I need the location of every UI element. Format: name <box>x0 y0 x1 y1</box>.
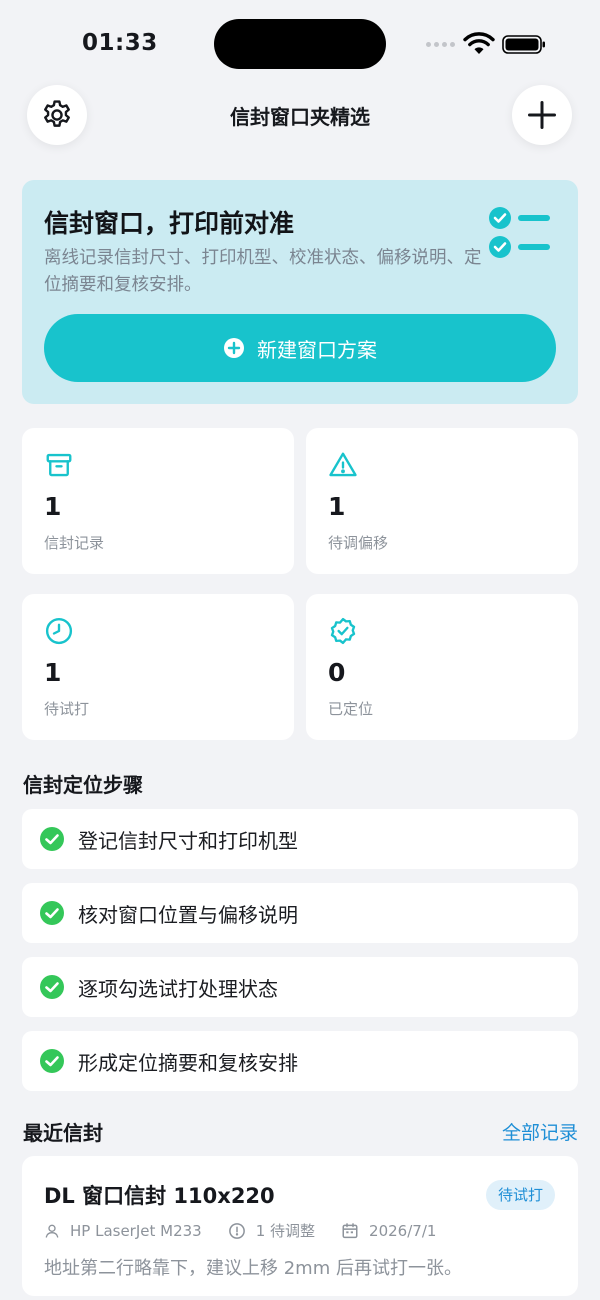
warning-icon <box>329 452 357 477</box>
stat-label: 信封记录 <box>44 534 105 552</box>
step-label: 核对窗口位置与偏移说明 <box>78 902 298 927</box>
step-item[interactable]: 核对窗口位置与偏移说明 <box>22 883 578 943</box>
date-meta: 2026/7/1 <box>341 1222 436 1240</box>
stat-label: 待调偏移 <box>328 534 389 552</box>
page-title: 信封窗口夹精选 <box>230 105 370 129</box>
envelope-date: 2026/7/1 <box>369 1221 437 1240</box>
wifi-icon <box>463 32 495 54</box>
archive-icon <box>46 453 72 477</box>
printer-meta: HP LaserJet M233 <box>44 1222 202 1240</box>
check-circle-icon <box>40 975 64 999</box>
step-item[interactable]: 逐项勾选试打处理状态 <box>22 957 578 1017</box>
check-circle-icon <box>40 901 64 925</box>
stat-value: 1 <box>44 492 62 521</box>
pending-meta: 1 待调整 <box>228 1220 315 1241</box>
add-button[interactable] <box>512 85 572 145</box>
steps-section-title: 信封定位步骤 <box>23 773 143 797</box>
status-bar: 01:33 <box>0 0 600 90</box>
stat-card-positioned[interactable]: 0 已定位 <box>306 594 578 740</box>
stat-value: 0 <box>328 658 346 687</box>
printer-model: HP LaserJet M233 <box>70 1221 202 1240</box>
stat-card-pending-test-print[interactable]: 1 待试打 <box>22 594 294 740</box>
person-icon <box>45 1224 59 1238</box>
recent-section-title: 最近信封 <box>23 1121 103 1145</box>
step-item[interactable]: 形成定位摘要和复核安排 <box>22 1031 578 1091</box>
clock-icon <box>45 617 73 645</box>
envelope-title: DL 窗口信封 110x220 <box>44 1184 275 1208</box>
stat-card-envelope-records[interactable]: 1 信封记录 <box>22 428 294 574</box>
hero-card: 信封窗口，打印前对准 离线记录信封尺寸、打印机型、校准状态、偏移说明、定位摘要和… <box>22 180 578 404</box>
cellular-signal-icon <box>426 42 455 47</box>
stat-card-pending-offset[interactable]: 1 待调偏移 <box>306 428 578 574</box>
hero-description: 离线记录信封尺寸、打印机型、校准状态、偏移说明、定位摘要和复核安排。 <box>44 248 482 295</box>
envelope-note: 地址第二行略靠下，建议上移 2mm 后再试打一张。 <box>44 1258 462 1279</box>
hero-title: 信封窗口，打印前对准 <box>44 209 295 238</box>
stat-value: 1 <box>328 492 346 521</box>
new-window-plan-label: 新建窗口方案 <box>257 337 377 362</box>
status-badge: 待试打 <box>486 1180 556 1210</box>
new-window-plan-button[interactable]: 新建窗口方案 <box>44 314 556 382</box>
checklist-icon <box>489 207 550 258</box>
envelope-meta: HP LaserJet M233 1 待调整 2026/7/1 <box>44 1220 462 1241</box>
dynamic-island <box>214 19 386 69</box>
status-time: 01:33 <box>82 30 158 56</box>
stat-label: 待试打 <box>44 700 90 718</box>
alert-circle-icon <box>228 1222 245 1239</box>
see-all-records-link[interactable]: 全部记录 <box>440 1118 578 1145</box>
plus-circle-icon <box>224 338 244 358</box>
pending-count: 1 待调整 <box>255 1222 316 1240</box>
step-item[interactable]: 登记信封尺寸和打印机型 <box>22 809 578 869</box>
battery-icon <box>502 35 545 54</box>
step-label: 登记信封尺寸和打印机型 <box>78 828 298 853</box>
check-circle-icon <box>40 827 64 851</box>
stat-label: 已定位 <box>328 700 374 718</box>
check-circle-icon <box>40 1049 64 1073</box>
verified-badge-icon <box>330 617 356 645</box>
recent-envelope-card[interactable]: DL 窗口信封 110x220 待试打 HP LaserJet M233 1 待… <box>22 1156 578 1296</box>
stat-value: 1 <box>44 658 62 687</box>
plus-icon <box>528 101 556 129</box>
calendar-icon <box>342 1222 358 1238</box>
step-label: 形成定位摘要和复核安排 <box>78 1050 298 1075</box>
step-label: 逐项勾选试打处理状态 <box>78 976 278 1001</box>
